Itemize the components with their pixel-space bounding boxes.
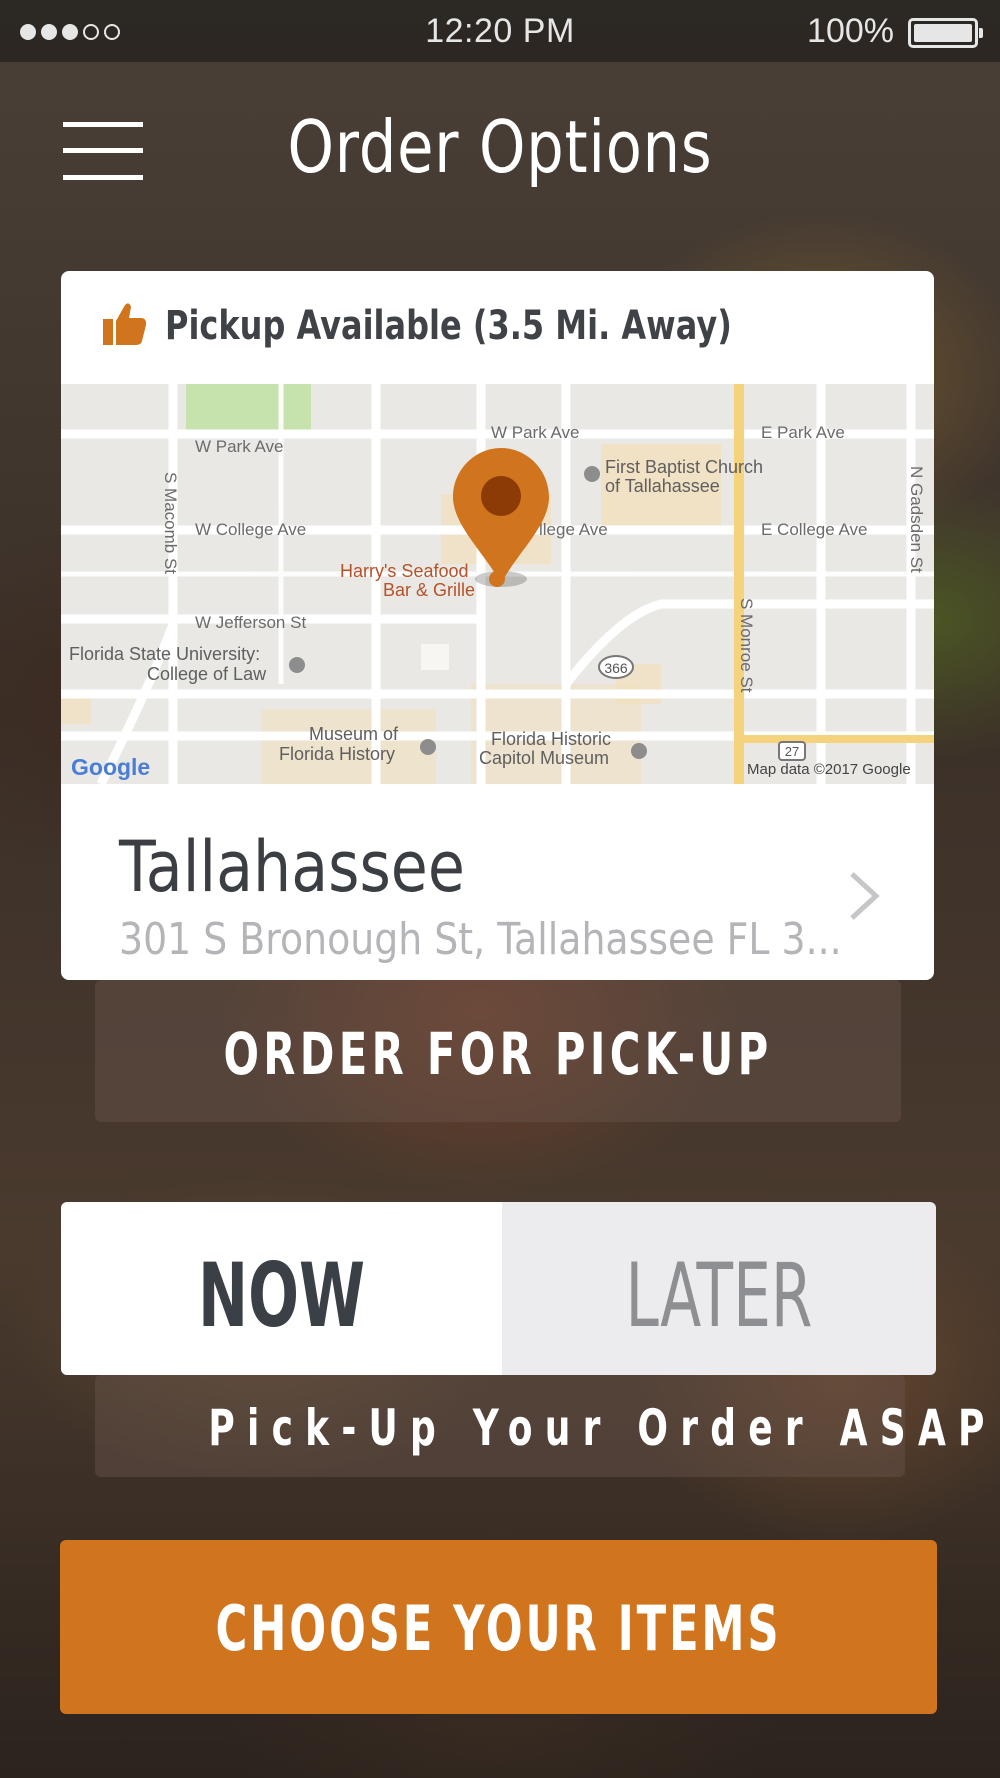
route-shield-27: 27: [778, 741, 806, 761]
map-label-museum-1: Museum of: [309, 724, 399, 744]
timing-toggle: NOW LATER: [61, 1202, 936, 1375]
location-name: Tallahassee: [119, 826, 465, 908]
tab-later[interactable]: LATER: [502, 1202, 936, 1375]
map-label-w-jefferson-st: W Jefferson St: [195, 613, 306, 632]
location-row[interactable]: Tallahassee 301 S Bronough St, Tallahass…: [61, 784, 934, 980]
map-label-e-park-ave: E Park Ave: [761, 423, 845, 442]
map-label-harrys-2: Bar & Grille: [383, 580, 475, 600]
map-label-w-park-ave: W Park Ave: [195, 437, 284, 456]
svg-text:366: 366: [604, 660, 628, 676]
park-area: [186, 384, 311, 432]
map-label-museum-2: Florida History: [279, 744, 395, 764]
pickup-availability-text: Pickup Available (3.5 Mi. Away): [165, 303, 732, 349]
map-label-w-college-ave: W College Ave: [195, 520, 306, 539]
tab-now[interactable]: NOW: [61, 1202, 502, 1375]
map-label-first-baptist-1: First Baptist Church: [605, 457, 763, 477]
tab-now-label: NOW: [198, 1244, 365, 1347]
map-label-fsu-2: College of Law: [147, 664, 267, 684]
thumbs-up-icon: [103, 303, 147, 345]
map-label-capitol-2: Capitol Museum: [479, 748, 609, 768]
map-label-e-college-ave: E College Ave: [761, 520, 867, 539]
timing-caption-box: Pick-Up Your Order ASAP: [95, 1375, 997, 1477]
map-attribution: Map data ©2017 Google: [747, 761, 911, 778]
chevron-right-icon[interactable]: [848, 870, 880, 922]
map-label-w-park-ave-2: W Park Ave: [491, 423, 580, 442]
order-type-label: ORDER FOR PICK-UP: [223, 1020, 773, 1088]
svg-text:27: 27: [785, 744, 799, 759]
map-view[interactable]: W Park Ave W Park Ave E Park Ave W Colle…: [61, 384, 934, 784]
order-type-button[interactable]: ORDER FOR PICK-UP: [95, 980, 901, 1122]
pickup-location-card: Pickup Available (3.5 Mi. Away) W Park A…: [61, 271, 934, 980]
map-label-first-baptist-2: of Tallahassee: [605, 476, 720, 496]
status-bar: 12:20 PM 100%: [0, 0, 1000, 62]
route-shield-366: 366: [598, 655, 634, 679]
timing-caption: Pick-Up Your Order ASAP: [208, 1399, 997, 1457]
battery-icon: [908, 18, 983, 48]
map-label-harrys-1: Harry's Seafood: [340, 561, 469, 581]
pickup-availability-row: Pickup Available (3.5 Mi. Away): [61, 271, 934, 384]
choose-items-label: CHOOSE YOUR ITEMS: [215, 1592, 782, 1665]
map-label-fsu-1: Florida State University:: [69, 644, 260, 664]
map-label-college-ave: llege Ave: [539, 520, 608, 539]
map-label-capitol-1: Florida Historic: [491, 729, 611, 749]
page-title: Order Options: [287, 105, 713, 189]
map-label-s-macomb-st: S Macomb St: [161, 472, 180, 574]
map-label-s-monroe-st: S Monroe St: [737, 598, 756, 693]
battery-percent: 100%: [807, 12, 894, 50]
choose-items-button[interactable]: CHOOSE YOUR ITEMS: [60, 1540, 937, 1714]
location-address: 301 S Bronough St, Tallahassee FL 3...: [119, 914, 842, 965]
google-logo: Google: [71, 754, 150, 780]
tab-later-label: LATER: [625, 1244, 813, 1347]
map-label-n-gadsden-st: N Gadsden St: [907, 466, 926, 573]
